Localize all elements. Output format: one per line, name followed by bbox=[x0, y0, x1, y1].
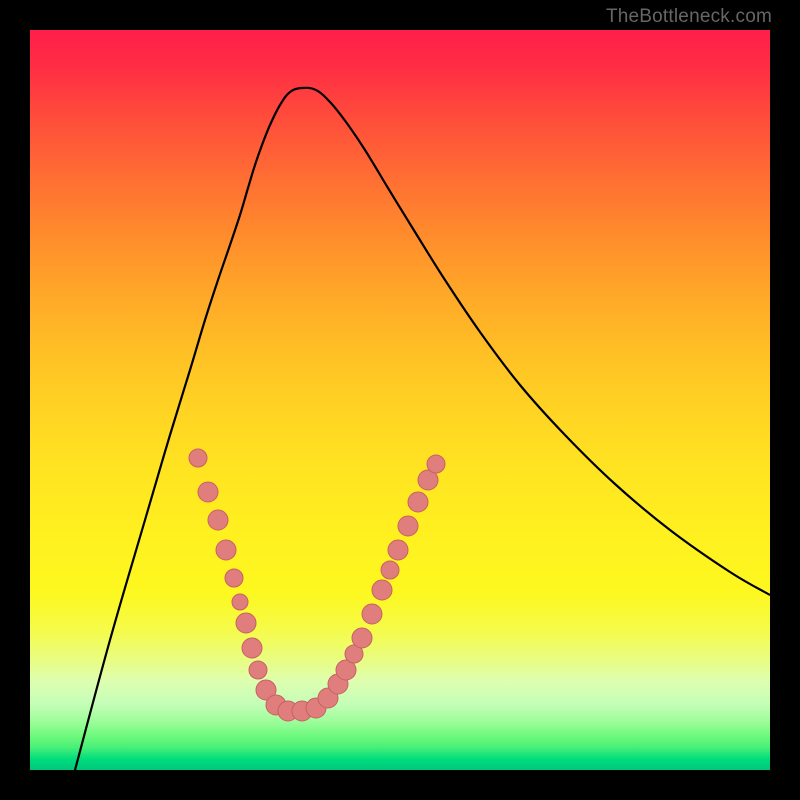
data-dot bbox=[352, 628, 372, 648]
data-dot bbox=[236, 613, 256, 633]
data-dot bbox=[189, 449, 207, 467]
data-dot bbox=[249, 661, 267, 679]
data-dots bbox=[189, 449, 445, 721]
data-dot bbox=[232, 594, 248, 610]
data-dot bbox=[362, 604, 382, 624]
chart-container: TheBottleneck.com bbox=[0, 0, 800, 800]
data-dot bbox=[388, 540, 408, 560]
data-dot bbox=[408, 492, 428, 512]
data-dot bbox=[225, 569, 243, 587]
watermark-text: TheBottleneck.com bbox=[606, 6, 772, 28]
chart-svg bbox=[30, 30, 770, 770]
data-dot bbox=[381, 561, 399, 579]
data-dot bbox=[216, 540, 236, 560]
data-dot bbox=[398, 516, 418, 536]
data-dot bbox=[427, 455, 445, 473]
data-dot bbox=[198, 482, 218, 502]
data-dot bbox=[372, 580, 392, 600]
data-dot bbox=[208, 510, 228, 530]
bottleneck-curve bbox=[75, 88, 770, 770]
plot-area bbox=[30, 30, 770, 770]
data-dot bbox=[242, 638, 262, 658]
